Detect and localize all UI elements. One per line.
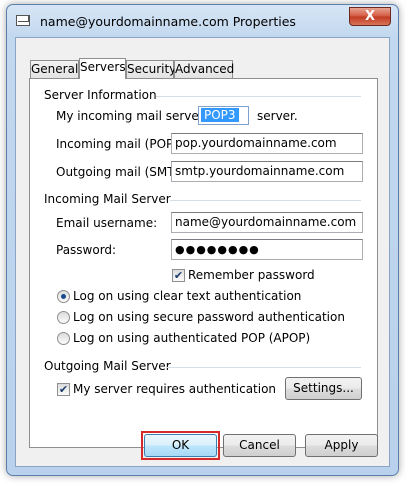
cancel-button[interactable]: Cancel bbox=[223, 434, 296, 457]
incoming-mail-field[interactable]: pop.yourdomainname.com bbox=[171, 133, 363, 154]
close-icon: X bbox=[364, 9, 376, 24]
remember-password-checkbox[interactable]: ✔ bbox=[172, 269, 185, 282]
mail-account-icon bbox=[16, 15, 30, 26]
server-type-suffix: server. bbox=[257, 109, 298, 123]
outgoing-mail-field[interactable]: smtp.yourdomainname.com bbox=[171, 161, 363, 182]
email-username-field[interactable]: name@yourdomainname.com bbox=[171, 212, 363, 233]
server-type-field[interactable]: POP3 bbox=[198, 106, 249, 125]
password-field[interactable]: ●●●●●●●● bbox=[171, 239, 363, 260]
auth-secure-password-radio[interactable] bbox=[57, 311, 70, 324]
checkmark-icon: ✔ bbox=[58, 383, 69, 396]
auth-apop-label: Log on using authenticated POP (APOP) bbox=[73, 331, 311, 345]
auth-secure-password-label: Log on using secure password authenticat… bbox=[73, 310, 345, 324]
outgoing-mail-server-heading: Outgoing Mail Server bbox=[44, 359, 171, 373]
server-requires-auth-label: My server requires authentication bbox=[73, 382, 277, 396]
tab-servers[interactable]: Servers bbox=[79, 58, 126, 79]
checkmark-icon: ✔ bbox=[173, 269, 184, 282]
group-divider bbox=[156, 96, 361, 97]
window-title: name@yourdomainname.com Properties bbox=[40, 14, 296, 29]
server-information-heading: Server Information bbox=[44, 88, 157, 102]
incoming-mail-server-heading: Incoming Mail Server bbox=[44, 192, 171, 206]
servers-panel: Server Information My incoming mail serv… bbox=[29, 78, 378, 448]
settings-button[interactable]: Settings... bbox=[285, 377, 362, 400]
incoming-mail-label: Incoming mail (POP3): bbox=[56, 137, 190, 151]
group-divider bbox=[166, 367, 361, 368]
tab-general[interactable]: General bbox=[30, 60, 79, 78]
title-bar[interactable]: name@yourdomainname.com Properties X bbox=[7, 5, 398, 37]
auth-clear-text-label: Log on using clear text authentication bbox=[73, 289, 302, 303]
close-button[interactable]: X bbox=[349, 7, 391, 26]
tab-advanced[interactable]: Advanced bbox=[174, 60, 234, 78]
password-label: Password: bbox=[56, 243, 117, 257]
dialog-body: General Servers Security Advanced Server… bbox=[15, 37, 390, 467]
email-username-label: Email username: bbox=[56, 216, 158, 230]
auth-clear-text-radio[interactable] bbox=[57, 290, 70, 303]
properties-dialog: name@yourdomainname.com Properties X Gen… bbox=[6, 4, 399, 476]
group-divider bbox=[170, 200, 361, 201]
remember-password-label: Remember password bbox=[188, 268, 315, 282]
ok-button[interactable]: OK bbox=[144, 434, 217, 457]
auth-apop-radio[interactable] bbox=[57, 332, 70, 345]
server-type-value: POP3 bbox=[201, 108, 239, 122]
server-requires-auth-checkbox[interactable]: ✔ bbox=[57, 383, 70, 396]
apply-button[interactable]: Apply bbox=[305, 434, 378, 457]
tab-security[interactable]: Security bbox=[126, 60, 176, 78]
